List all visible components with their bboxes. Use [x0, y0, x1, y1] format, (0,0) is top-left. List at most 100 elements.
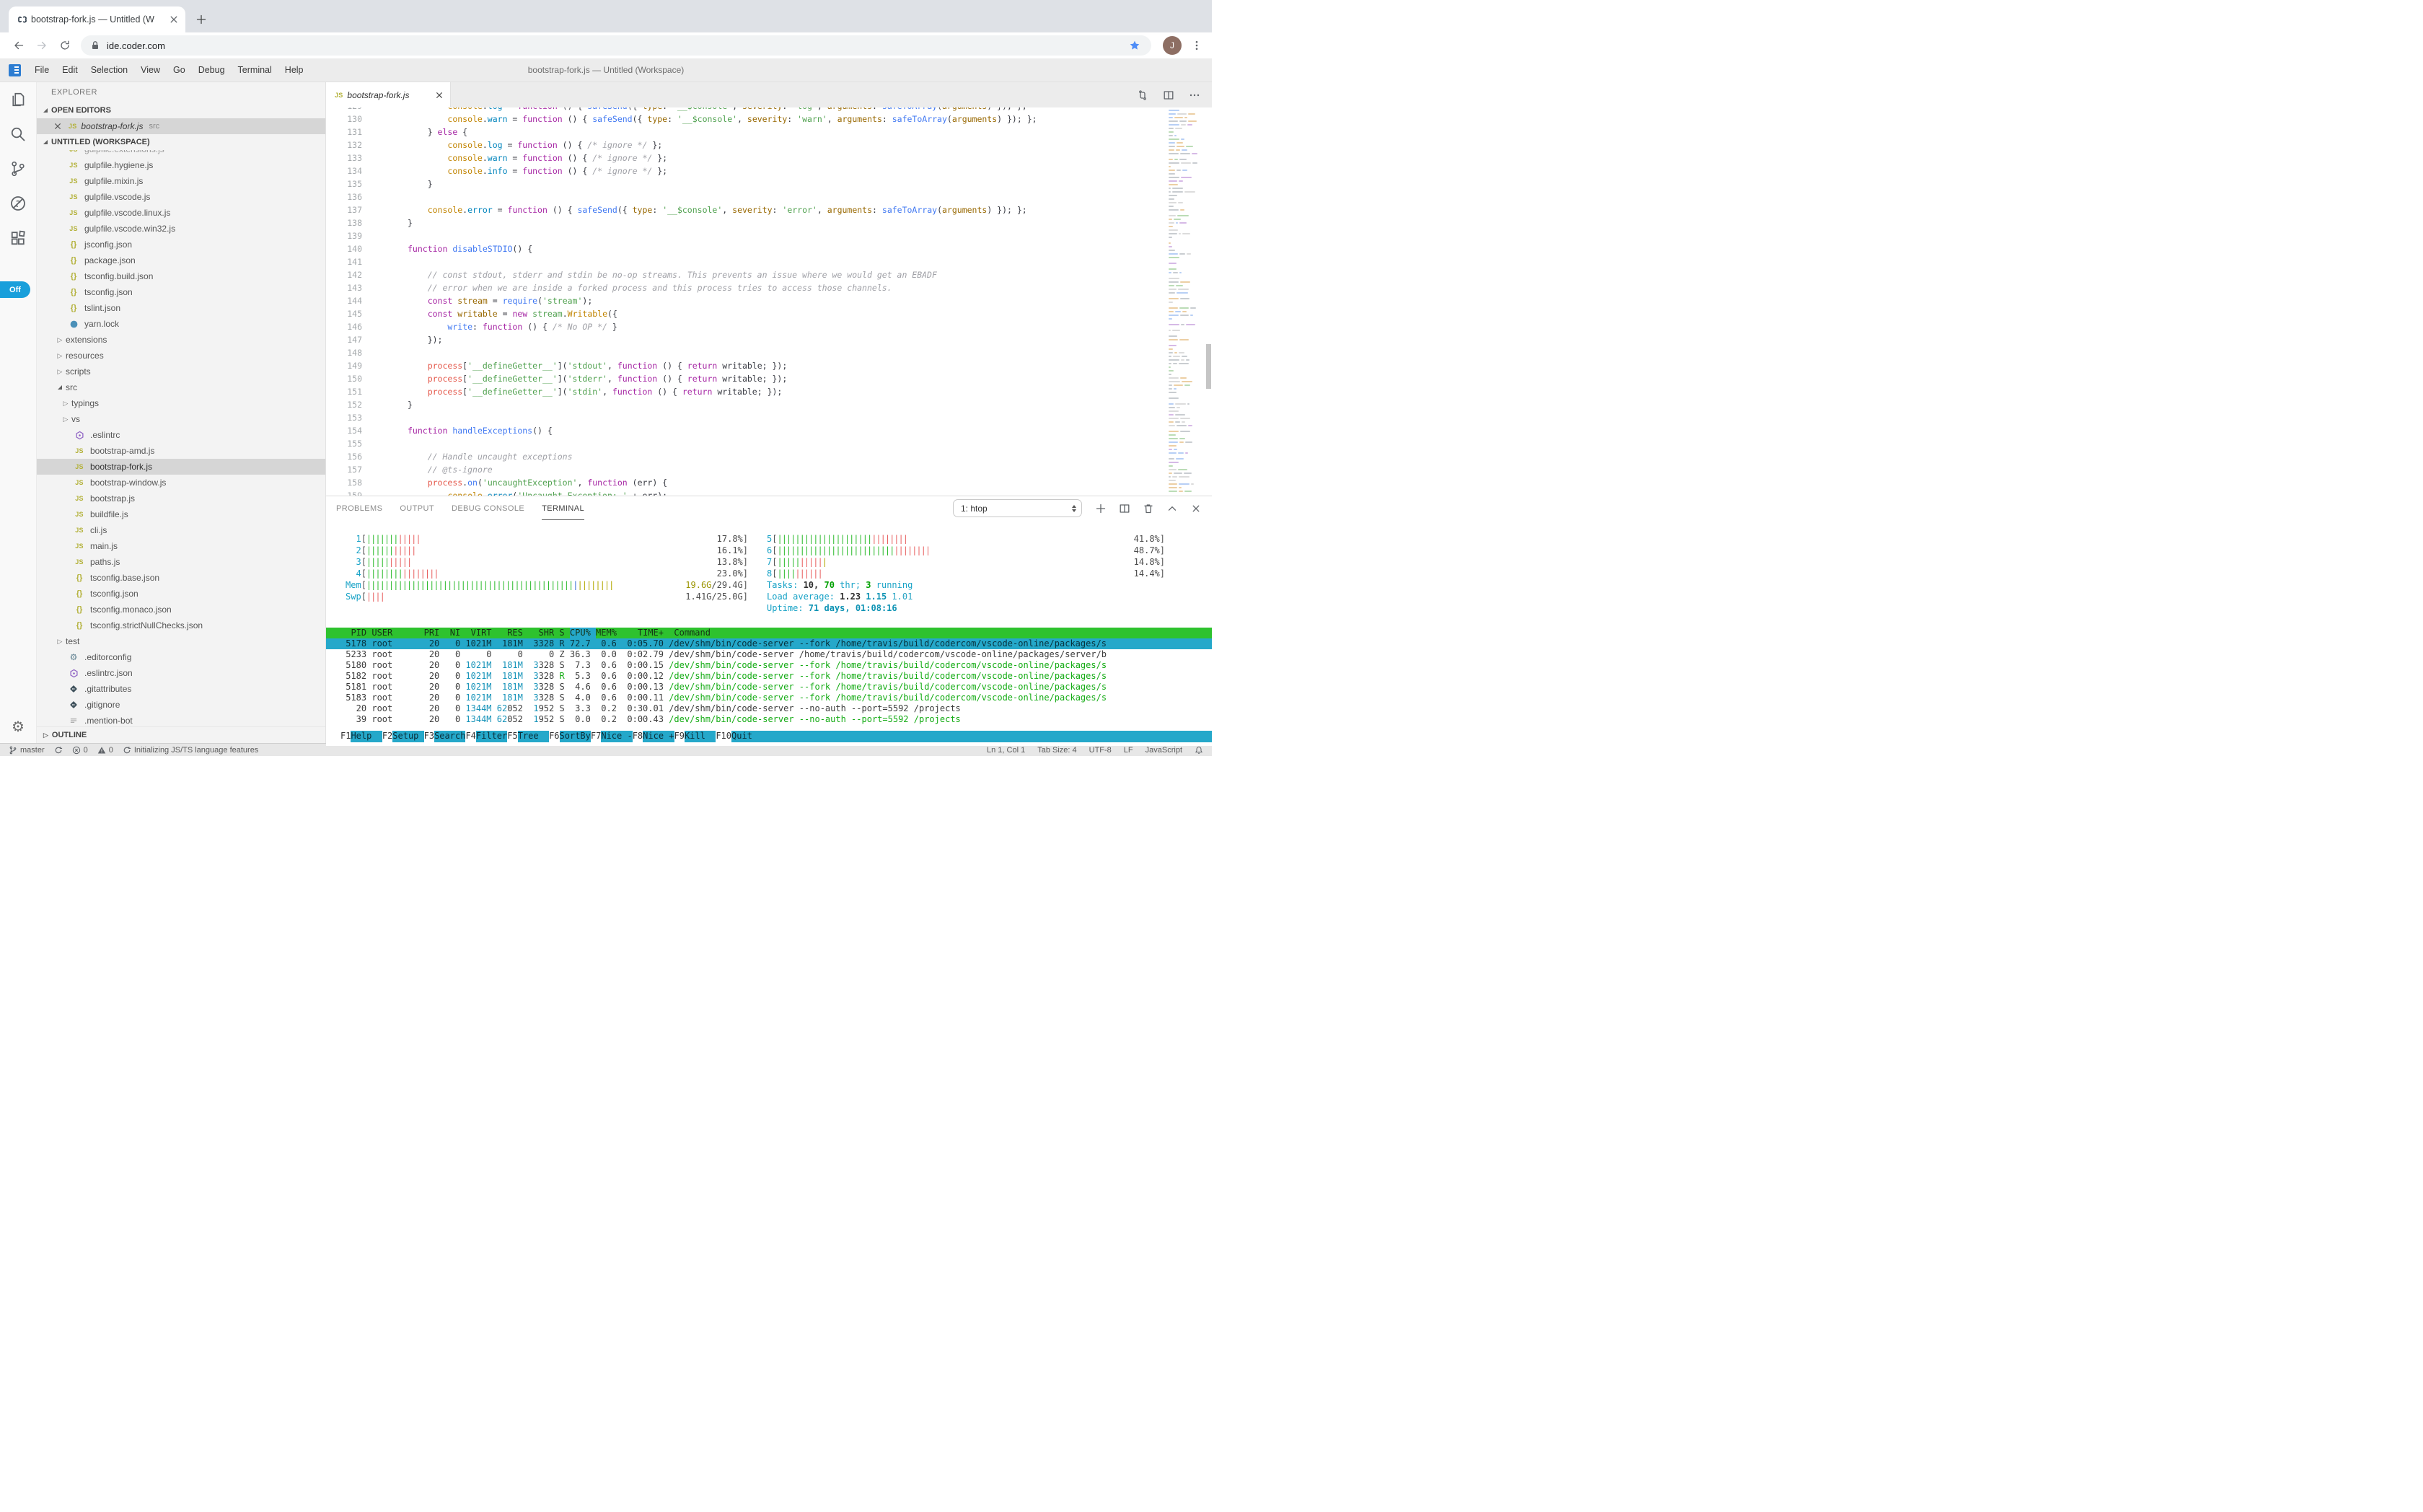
process-row[interactable]: 5183 root 20 0 1021M 181M 3328 S 4.0 0.6…	[326, 693, 1212, 703]
tree-item-test[interactable]: ▷test	[37, 633, 325, 649]
tree-item-main.js[interactable]: JSmain.js	[37, 538, 325, 554]
split-terminal-icon[interactable]	[1119, 503, 1130, 514]
more-actions-icon[interactable]	[1189, 89, 1200, 101]
tree-item-yarn.lock[interactable]: yarn.lock	[37, 316, 325, 332]
status-language-mode[interactable]: JavaScript	[1145, 746, 1182, 755]
avatar[interactable]: J	[1163, 36, 1182, 55]
menu-go[interactable]: Go	[167, 65, 192, 75]
tab-close-icon[interactable]	[434, 89, 444, 101]
tree-item-tsconfig.strictNullChecks.json[interactable]: {}tsconfig.strictNullChecks.json	[37, 617, 325, 633]
activity-source-control[interactable]	[0, 151, 36, 186]
status-indentation[interactable]: Tab Size: 4	[1037, 746, 1076, 755]
activity-explorer[interactable]	[0, 82, 36, 117]
kill-terminal-icon[interactable]	[1143, 503, 1154, 514]
status-language-status[interactable]: Initializing JS/TS language features	[123, 746, 258, 755]
process-row[interactable]: 5180 root 20 0 1021M 181M 3328 S 7.3 0.6…	[326, 660, 1212, 671]
status-git-branch[interactable]: master	[9, 746, 45, 755]
open-editors-header[interactable]: OPEN EDITORS	[37, 102, 325, 118]
tree-item-gulpfile.extensions.js[interactable]: JSgulpfile.extensions.js	[37, 150, 325, 157]
tree-item-.gitignore[interactable]: .gitignore	[37, 697, 325, 713]
menu-selection[interactable]: Selection	[84, 65, 134, 75]
new-tab-button[interactable]	[191, 9, 211, 30]
browser-menu-icon[interactable]	[1189, 38, 1205, 53]
menu-terminal[interactable]: Terminal	[232, 65, 278, 75]
bookmark-star-icon[interactable]	[1127, 38, 1143, 53]
editor-scrollbar-thumb[interactable]	[1206, 344, 1211, 389]
panel-tab-problems[interactable]: PROBLEMS	[336, 496, 382, 520]
terminal-select[interactable]: 1: htop	[953, 499, 1082, 517]
tree-item-resources[interactable]: ▷resources	[37, 348, 325, 364]
status-eol[interactable]: LF	[1124, 746, 1133, 755]
menu-view[interactable]: View	[134, 65, 167, 75]
tree-item-gulpfile.vscode.win32.js[interactable]: JSgulpfile.vscode.win32.js	[37, 221, 325, 237]
status-sync[interactable]	[54, 746, 63, 755]
minimap[interactable]	[1169, 110, 1202, 496]
workspace-header[interactable]: UNTITLED (WORKSPACE)	[37, 134, 325, 150]
tree-item-.editorconfig[interactable]: ⚙.editorconfig	[37, 649, 325, 665]
settings-gear-icon[interactable]: ⚙	[0, 718, 36, 736]
activity-search[interactable]	[0, 117, 36, 151]
process-row[interactable]: 5233 root 20 0 0 0 0 Z 36.3 0.0 0:02.79 …	[326, 649, 1212, 660]
open-editor-item[interactable]: JS bootstrap-fork.js src	[37, 118, 325, 134]
tree-item-extensions[interactable]: ▷extensions	[37, 332, 325, 348]
process-row[interactable]: 5182 root 20 0 1021M 181M 3328 R 5.3 0.6…	[326, 671, 1212, 682]
process-row[interactable]: 5178 root 20 0 1021M 181M 3328 R 72.7 0.…	[326, 638, 1212, 649]
menu-edit[interactable]: Edit	[56, 65, 84, 75]
tree-item-buildfile.js[interactable]: JSbuildfile.js	[37, 506, 325, 522]
status-encoding[interactable]: UTF-8	[1089, 746, 1112, 755]
tree-item-tsconfig.json[interactable]: {}tsconfig.json	[37, 284, 325, 300]
process-row[interactable]: 39 root 20 0 1344M 62052 1952 S 0.0 0.2 …	[326, 714, 1212, 725]
tab-close-icon[interactable]	[168, 14, 180, 25]
browser-tab[interactable]: bootstrap-fork.js — Untitled (W	[9, 6, 185, 32]
tree-item-tsconfig.build.json[interactable]: {}tsconfig.build.json	[37, 268, 325, 284]
tree-item-scripts[interactable]: ▷scripts	[37, 364, 325, 379]
forward-icon[interactable]	[32, 36, 51, 55]
reload-icon[interactable]	[56, 36, 74, 55]
tree-item-gulpfile.hygiene.js[interactable]: JSgulpfile.hygiene.js	[37, 157, 325, 173]
tree-item-bootstrap.js[interactable]: JSbootstrap.js	[37, 491, 325, 506]
activity-debug[interactable]	[0, 186, 36, 221]
tree-item-src[interactable]: src	[37, 379, 325, 395]
panel-tab-output[interactable]: OUTPUT	[400, 496, 434, 520]
panel-tab-terminal[interactable]: TERMINAL	[542, 496, 584, 520]
menu-help[interactable]: Help	[278, 65, 310, 75]
maximize-panel-icon[interactable]	[1166, 503, 1178, 514]
close-icon[interactable]	[53, 120, 63, 132]
url-bar[interactable]: ide.coder.com	[81, 35, 1151, 56]
status-cursor-position[interactable]: Ln 1, Col 1	[987, 746, 1025, 755]
panel-tab-debug-console[interactable]: DEBUG CONSOLE	[452, 496, 524, 520]
tree-item-tsconfig.base.json[interactable]: {}tsconfig.base.json	[37, 570, 325, 586]
status-warnings[interactable]: 0	[97, 746, 113, 755]
tree-item-bootstrap-fork.js[interactable]: JSbootstrap-fork.js	[37, 459, 325, 475]
terminal-output[interactable]: 1[||||||||||||17.8%] 2[|||||||||||16.1%]…	[326, 521, 1212, 746]
activity-extensions[interactable]	[0, 221, 36, 255]
tree-item-tslint.json[interactable]: {}tslint.json	[37, 300, 325, 316]
process-row[interactable]: 20 root 20 0 1344M 62052 1952 S 3.3 0.2 …	[326, 703, 1212, 714]
menu-file[interactable]: File	[28, 65, 56, 75]
tree-item-package.json[interactable]: {}package.json	[37, 252, 325, 268]
tree-item-.gitattributes[interactable]: .gitattributes	[37, 681, 325, 697]
tree-item-gulpfile.vscode.js[interactable]: JSgulpfile.vscode.js	[37, 189, 325, 205]
tree-item-typings[interactable]: ▷typings	[37, 395, 325, 411]
code-editor[interactable]: 129 console.log = function () { safeSend…	[326, 107, 1212, 496]
tree-item-.eslintrc[interactable]: .eslintrc	[37, 427, 325, 443]
process-row[interactable]: 5181 root 20 0 1021M 181M 3328 S 4.6 0.6…	[326, 682, 1212, 693]
close-panel-icon[interactable]	[1190, 503, 1202, 514]
tree-item-bootstrap-amd.js[interactable]: JSbootstrap-amd.js	[37, 443, 325, 459]
tree-item-.eslintrc.json[interactable]: .eslintrc.json	[37, 665, 325, 681]
split-editor-icon[interactable]	[1163, 89, 1174, 101]
tree-item-jsconfig.json[interactable]: {}jsconfig.json	[37, 237, 325, 252]
tree-item-paths.js[interactable]: JSpaths.js	[37, 554, 325, 570]
tree-item-cli.js[interactable]: JScli.js	[37, 522, 325, 538]
tree-item-vs[interactable]: ▷vs	[37, 411, 325, 427]
tree-item-tsconfig.monaco.json[interactable]: {}tsconfig.monaco.json	[37, 602, 325, 617]
status-errors[interactable]: 0	[72, 746, 88, 755]
menu-debug[interactable]: Debug	[192, 65, 232, 75]
tree-item-.mention-bot[interactable]: .mention-bot	[37, 713, 325, 726]
outline-header[interactable]: ▷ OUTLINE	[37, 726, 325, 743]
tree-item-gulpfile.vscode.linux.js[interactable]: JSgulpfile.vscode.linux.js	[37, 205, 325, 221]
open-changes-icon[interactable]	[1137, 89, 1148, 101]
status-notifications[interactable]	[1195, 746, 1203, 755]
tree-item-gulpfile.mixin.js[interactable]: JSgulpfile.mixin.js	[37, 173, 325, 189]
tree-item-bootstrap-window.js[interactable]: JSbootstrap-window.js	[37, 475, 325, 491]
